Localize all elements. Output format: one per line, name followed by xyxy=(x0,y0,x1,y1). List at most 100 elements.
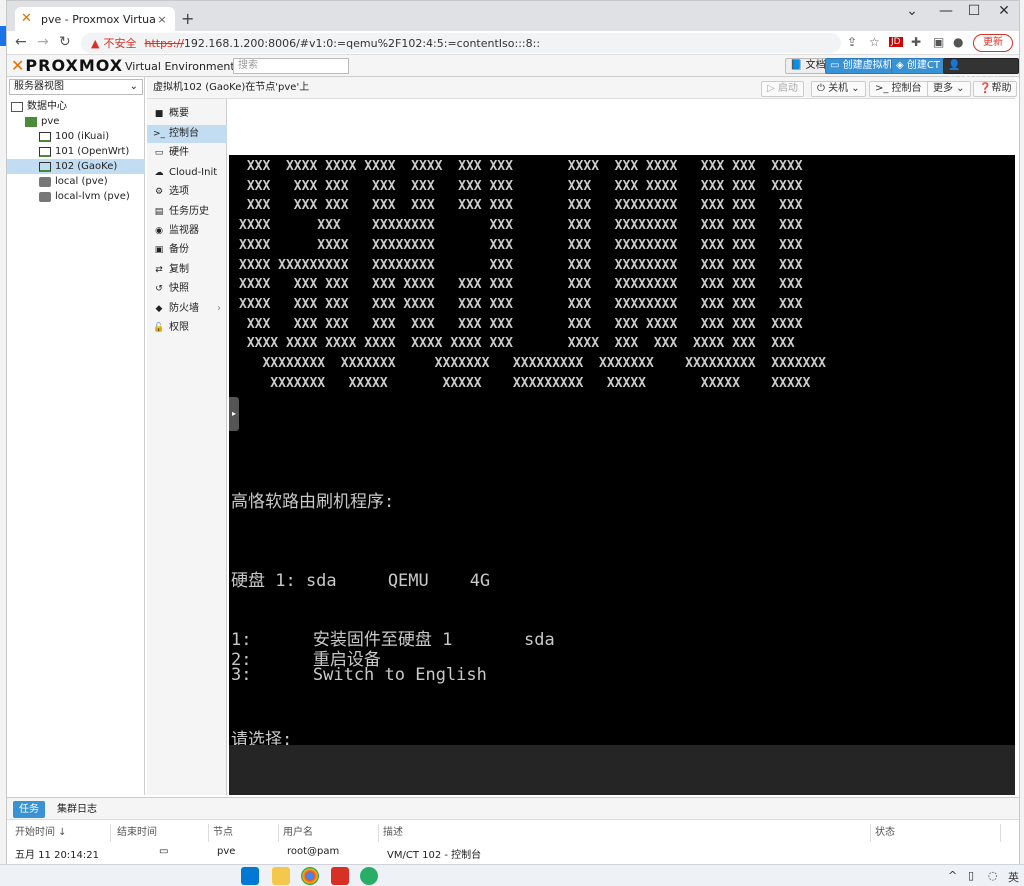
menu-backup[interactable]: ▣ 备份 xyxy=(147,241,227,259)
task-node: pve xyxy=(217,846,236,857)
gear-icon: ⚙ xyxy=(154,187,164,197)
bookmark-star-icon[interactable]: ☆ xyxy=(869,35,880,49)
menu-summary[interactable]: ■ 概要 xyxy=(147,105,227,123)
menu-permissions[interactable]: 🔓 权限 xyxy=(147,319,227,337)
server-icon xyxy=(25,116,37,127)
chrome-icon[interactable] xyxy=(301,867,319,885)
url-scheme: https:// xyxy=(144,36,184,50)
url-bar[interactable]: ▲ 不安全 https:// 192.168.1.200:8006/#v1:0:… xyxy=(81,33,841,53)
profile-avatar-icon[interactable]: ● xyxy=(953,35,963,49)
chevron-right-icon: › xyxy=(217,303,221,314)
banner-line: XXXX XXXX XXXXXXXX XXX XXX XXXXXXXX XXX … xyxy=(239,237,803,253)
unlock-icon: 🔓 xyxy=(153,323,165,333)
tree-vm-101[interactable]: 101 (OpenWrt) xyxy=(39,144,129,159)
storage-icon xyxy=(39,176,51,187)
monitor-icon: ▭ xyxy=(154,148,164,158)
eye-icon: ◉ xyxy=(155,226,163,236)
user-menu-button[interactable]: 👤 root@pam ⌄ xyxy=(943,58,1019,85)
share-icon[interactable]: ⇪ xyxy=(847,35,857,49)
menu-monitor[interactable]: ◉ 监视器 xyxy=(147,222,227,240)
col-user[interactable]: 用户名 xyxy=(279,824,379,842)
storage-icon xyxy=(39,191,51,202)
update-button[interactable]: 更新 xyxy=(973,34,1013,52)
view-selector[interactable]: 服务器视图 ⌄ xyxy=(9,79,143,95)
browser-window: ✕ pve - Proxmox Virtual Environ × + ⌄ — … xyxy=(6,0,1020,865)
browser-tab[interactable]: ✕ pve - Proxmox Virtual Environ × xyxy=(15,7,175,31)
vm-monitor-icon xyxy=(39,146,51,157)
address-bar-row: ← → ↻ ▲ 不安全 https:// 192.168.1.200:8006/… xyxy=(7,31,1019,55)
sidebar-icon[interactable]: ▣ xyxy=(933,35,944,49)
vm-console-screen[interactable]: XXX XXXX XXXX XXXX XXXX XXX XXX XXXX XXX… xyxy=(229,99,1015,795)
back-icon[interactable]: ← xyxy=(15,34,27,50)
banner-line: XXX XXX XXX XXX XXX XXX XXX XXX XXX XXXX… xyxy=(239,316,803,332)
close-window-icon[interactable]: ✕ xyxy=(989,3,1019,19)
create-ct-button[interactable]: ◈ 创建CT xyxy=(891,58,945,74)
chevron-up-icon[interactable]: ^ xyxy=(948,869,957,882)
menu-hardware[interactable]: ▭ 硬件 xyxy=(147,144,227,162)
reload-icon[interactable]: ↻ xyxy=(59,34,71,50)
shutdown-button[interactable]: ⏻ 关机 ⌄ xyxy=(811,81,866,97)
menu-options[interactable]: ⚙ 选项 xyxy=(147,183,227,201)
chevron-down-icon[interactable]: ⌄ xyxy=(897,3,927,19)
help-button[interactable]: ❓帮助 xyxy=(973,81,1018,97)
proxmox-logo[interactable]: ✕PROXMOX xyxy=(11,56,123,75)
menu-firewall[interactable]: ◆ 防火墙 › xyxy=(147,300,227,318)
minimize-icon[interactable]: — xyxy=(931,3,961,19)
jd-extension-icon[interactable]: JD xyxy=(889,37,903,47)
maximize-icon[interactable]: ☐ xyxy=(959,3,989,19)
task-user: root@pam xyxy=(287,846,340,857)
insecure-label: 不安全 xyxy=(103,37,137,50)
col-end-time[interactable]: 结束时间 xyxy=(113,824,209,842)
col-status[interactable]: 状态 xyxy=(871,824,1001,842)
proxmox-favicon-icon: ✕ xyxy=(21,11,32,26)
search-input[interactable]: 搜索 xyxy=(233,58,349,74)
wechat-icon[interactable] xyxy=(360,867,378,885)
cloud-icon: ☁ xyxy=(154,168,164,178)
close-tab-icon[interactable]: × xyxy=(155,13,169,26)
col-start-time[interactable]: 开始时间 ↓ xyxy=(11,824,111,842)
banner-line: XXXX XXX XXX XXX XXXX XXX XXX XXX XXXXXX… xyxy=(239,277,803,293)
col-node[interactable]: 节点 xyxy=(209,824,279,842)
tree-node-pve[interactable]: pve xyxy=(25,114,59,129)
start-button[interactable]: ▷ 启动 xyxy=(761,81,804,97)
col-description[interactable]: 描述 xyxy=(379,824,871,842)
task-tabs: 任务 集群日志 xyxy=(7,798,1019,820)
floppy-icon: ▣ xyxy=(154,245,164,255)
banner-line: XXX XXX XXX XXX XXX XXX XXX XXX XXXXXXXX… xyxy=(239,198,803,214)
tree-storage-local-lvm[interactable]: local-lvm (pve) xyxy=(39,189,130,204)
network-icon[interactable]: ◌ xyxy=(988,869,998,882)
menu-snapshot[interactable]: ↺ 快照 xyxy=(147,280,227,298)
banner-line: XXXXXXX XXXXX XXXXX XXXXXXXXX XXXXX XXXX… xyxy=(239,375,811,391)
console-bottom-area xyxy=(229,745,1015,795)
battery-icon[interactable]: ▯ xyxy=(968,869,974,882)
new-tab-icon[interactable]: + xyxy=(181,9,194,28)
banner-line: XXX XXX XXX XXX XXX XXX XXX XXX XXX XXXX… xyxy=(239,178,803,194)
file-explorer-icon[interactable] xyxy=(272,867,290,885)
netease-music-icon[interactable] xyxy=(331,867,349,885)
program-title: 高恪软路由刷机程序: xyxy=(231,492,395,512)
menu-task-history[interactable]: ▤ 任务历史 xyxy=(147,203,227,221)
menu-console[interactable]: >_ 控制台 xyxy=(147,125,227,143)
expand-handle[interactable]: ▸ xyxy=(229,397,239,431)
more-button[interactable]: 更多 ⌄ xyxy=(927,81,971,97)
banner-line: XXXX XXXXXXXXX XXXXXXXX XXX XXX XXXXXXXX… xyxy=(239,257,803,273)
ime-indicator[interactable]: 英 xyxy=(1008,869,1019,885)
task-start: 五月 11 20:14:21 xyxy=(15,850,99,861)
tree-vm-102[interactable]: 102 (GaoKe) xyxy=(7,159,145,174)
disk-line: 硬盘 1: sda QEMU 4G xyxy=(231,571,491,591)
menu-replication[interactable]: ⇄ 复制 xyxy=(147,261,227,279)
pve-header: ✕PROXMOX Virtual Environment 7.1-7 搜索 📘 … xyxy=(7,55,1019,85)
tree-storage-local[interactable]: local (pve) xyxy=(39,174,108,189)
tree-vm-100[interactable]: 100 (iKuai) xyxy=(39,129,109,144)
docs-button[interactable]: 📘 文档 xyxy=(785,58,831,74)
create-vm-button[interactable]: ▭ 创建虚拟机 xyxy=(825,58,898,74)
forward-icon[interactable]: → xyxy=(37,34,49,50)
tree-datacenter[interactable]: 数据中心 xyxy=(11,99,67,114)
extensions-puzzle-icon[interactable]: ✚ xyxy=(911,35,921,49)
chevron-down-icon: ⌄ xyxy=(129,81,138,92)
banner-line: XXXX XXX XXX XXX XXXX XXX XXX XXX XXXXXX… xyxy=(239,296,803,312)
tab-tasks[interactable]: 任务 xyxy=(13,801,45,818)
menu-cloud-init[interactable]: ☁ Cloud-Init xyxy=(147,164,227,182)
tab-cluster-log[interactable]: 集群日志 xyxy=(51,801,103,818)
windows-start-icon[interactable] xyxy=(241,867,259,885)
